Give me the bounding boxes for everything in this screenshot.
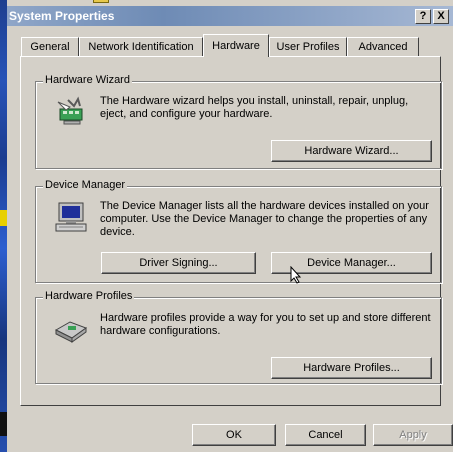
window-title: System Properties <box>9 9 115 23</box>
title-bar[interactable]: System Properties ? X <box>7 6 453 26</box>
hardware-profiles-description: Hardware profiles provide a way for you … <box>100 312 431 337</box>
tab-network-identification[interactable]: Network Identification <box>79 37 203 56</box>
tab-network-identification-label: Network Identification <box>88 41 194 53</box>
tab-hardware[interactable]: Hardware <box>203 34 269 57</box>
close-icon: X <box>437 10 445 22</box>
system-properties-dialog: System Properties ? X General Network Id… <box>7 0 453 452</box>
hardware-wizard-description: The Hardware wizard helps you install, u… <box>100 95 409 120</box>
mouse-pointer-icon <box>290 266 302 284</box>
help-button[interactable]: ? <box>415 9 431 24</box>
desktop-icon-fragment <box>0 210 7 226</box>
apply-button-label: Apply <box>399 429 427 441</box>
apply-button[interactable]: Apply <box>373 424 453 446</box>
computer-icon <box>55 202 87 232</box>
cancel-button[interactable]: Cancel <box>285 424 366 446</box>
tab-user-profiles[interactable]: User Profiles <box>269 37 347 56</box>
device-manager-legend: Device Manager <box>43 179 128 191</box>
hardware-profiles-button[interactable]: Hardware Profiles... <box>271 357 432 379</box>
desktop-background <box>0 0 7 452</box>
tab-advanced[interactable]: Advanced <box>347 37 419 56</box>
device-manager-description: The Device Manager lists all the hardwar… <box>100 200 429 238</box>
close-button[interactable]: X <box>433 9 449 24</box>
tab-general[interactable]: General <box>21 37 79 56</box>
hardware-wizard-icon <box>57 96 83 125</box>
cancel-button-label: Cancel <box>308 429 343 441</box>
help-button-label: ? <box>419 10 427 22</box>
driver-signing-button[interactable]: Driver Signing... <box>101 252 256 274</box>
tab-advanced-label: Advanced <box>358 41 408 53</box>
hardware-wizard-button[interactable]: Hardware Wizard... <box>271 140 432 162</box>
hardware-wizard-button-label: Hardware Wizard... <box>304 145 399 157</box>
hardware-profiles-icon <box>54 321 88 343</box>
driver-signing-button-label: Driver Signing... <box>139 257 218 269</box>
ok-button-label: OK <box>226 429 242 441</box>
hardware-wizard-legend: Hardware Wizard <box>43 74 132 86</box>
ok-button[interactable]: OK <box>192 424 276 446</box>
desktop-icon-fragment <box>0 412 7 436</box>
hardware-profiles-legend: Hardware Profiles <box>43 290 135 302</box>
tab-hardware-label: Hardware <box>212 40 260 52</box>
hardware-profiles-button-label: Hardware Profiles... <box>303 362 400 374</box>
tab-general-label: General <box>30 41 70 53</box>
tab-user-profiles-label: User Profiles <box>276 41 340 53</box>
taskbar-icon-fragment <box>93 0 109 3</box>
device-manager-button-label: Device Manager... <box>307 257 396 269</box>
